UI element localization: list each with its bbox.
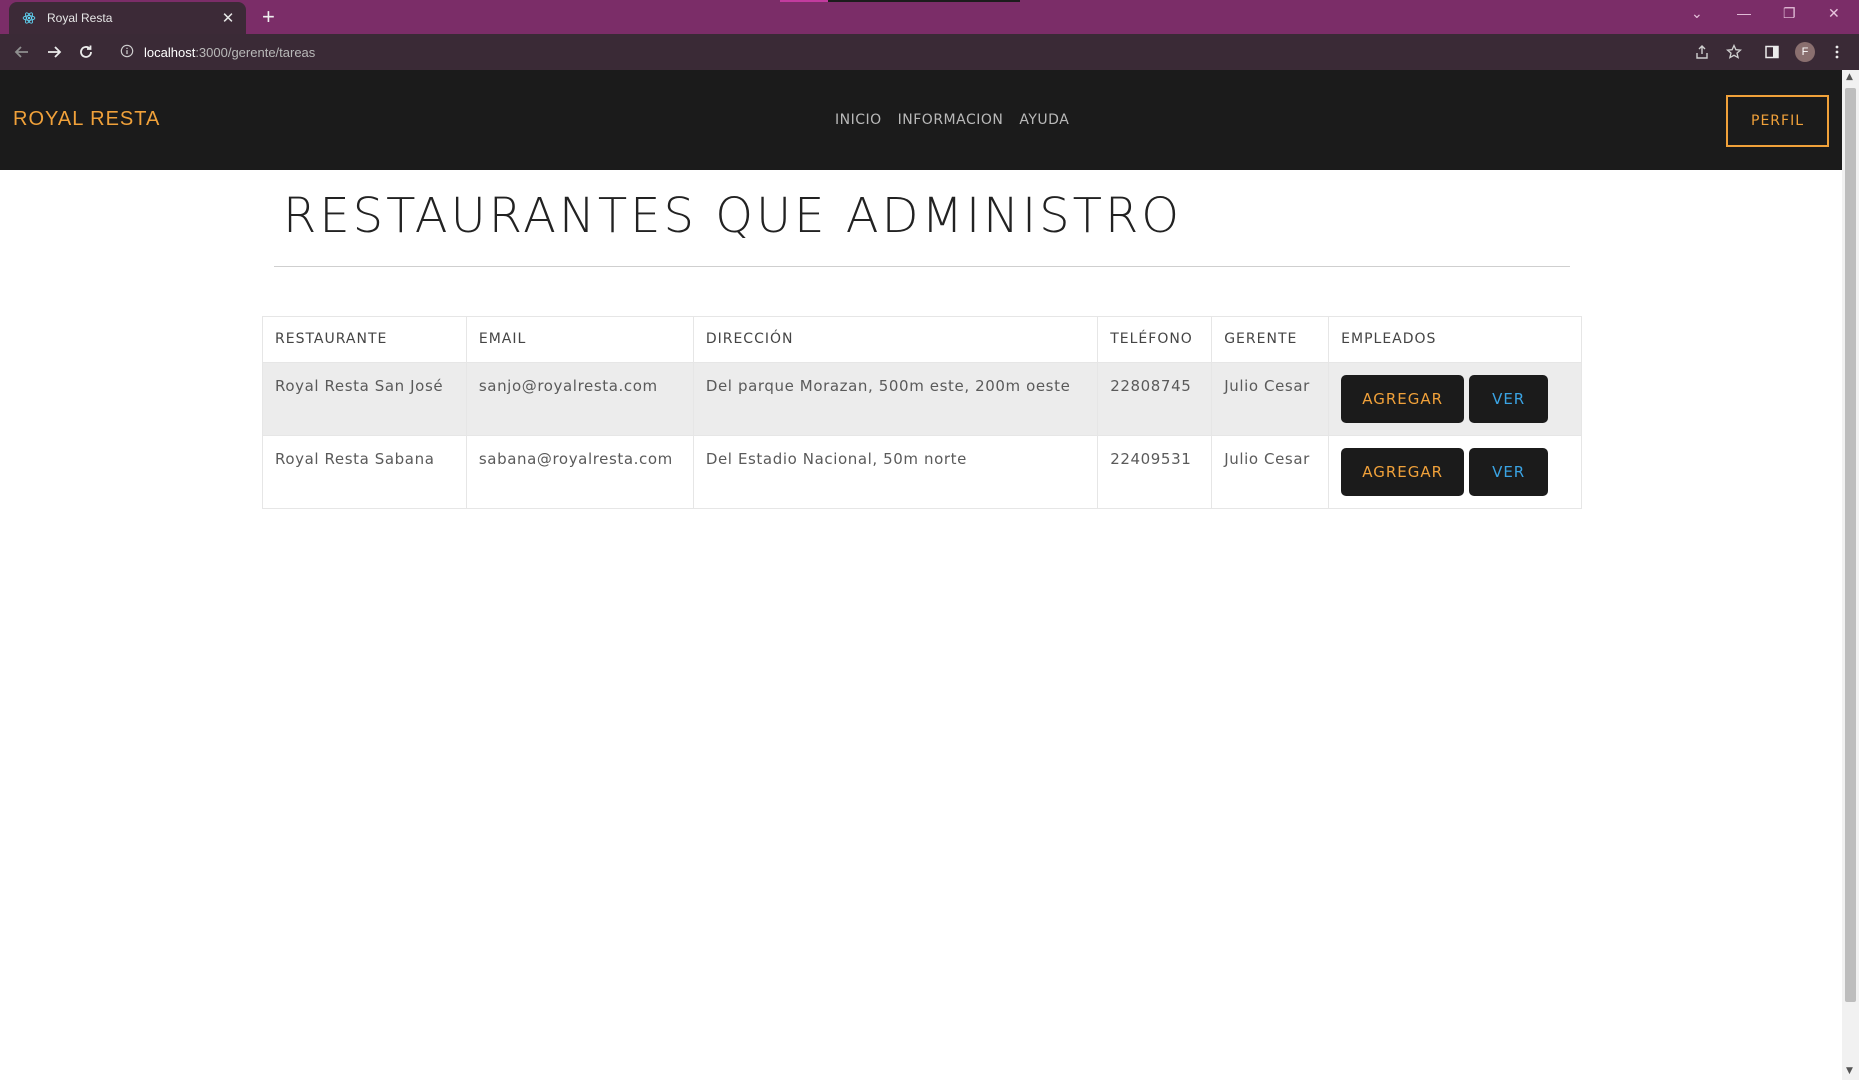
column-header-telefono: TELÉFONO bbox=[1097, 316, 1213, 363]
cell-empleados: AGREGAR VER bbox=[1328, 362, 1582, 436]
cell-direccion: Del Estadio Nacional, 50m norte bbox=[692, 435, 1099, 509]
cell-gerente: Julio Cesar bbox=[1211, 435, 1330, 509]
restore-icon[interactable]: ❐ bbox=[1783, 5, 1796, 22]
cell-direccion: Del parque Morazan, 500m este, 200m oest… bbox=[692, 362, 1099, 436]
ver-empleados-button[interactable]: VER bbox=[1469, 448, 1549, 496]
share-icon[interactable] bbox=[1692, 42, 1712, 62]
agregar-empleado-button[interactable]: AGREGAR bbox=[1341, 375, 1465, 423]
profile-button[interactable]: PERFIL bbox=[1726, 95, 1829, 147]
cell-gerente: Julio Cesar bbox=[1211, 362, 1330, 436]
site-info-icon[interactable] bbox=[120, 43, 134, 62]
browser-toolbar: localhost:3000/gerente/tareas F bbox=[0, 34, 1859, 70]
scroll-down-icon[interactable]: ▼ bbox=[1846, 1066, 1853, 1076]
nav-link-informacion[interactable]: INFORMACION bbox=[898, 112, 1004, 128]
forward-arrow-icon[interactable] bbox=[44, 42, 64, 62]
column-header-email: EMAIL bbox=[465, 316, 694, 363]
browser-tab-strip: Royal Resta ✕ + ⌄ — ❐ ✕ bbox=[0, 0, 1859, 34]
side-panel-icon[interactable] bbox=[1762, 42, 1782, 62]
table-header-row: RESTAURANTE EMAIL DIRECCIÓN TELÉFONO GER… bbox=[262, 316, 1582, 363]
cell-telefono: 22808745 bbox=[1097, 362, 1213, 436]
close-icon[interactable]: ✕ bbox=[220, 9, 236, 27]
column-header-direccion: DIRECCIÓN bbox=[692, 316, 1099, 363]
react-icon bbox=[21, 10, 37, 26]
scrollbar-thumb[interactable] bbox=[1845, 88, 1856, 1002]
scroll-up-icon[interactable]: ▲ bbox=[1846, 72, 1853, 82]
cell-email: sanjo@royalresta.com bbox=[465, 362, 694, 436]
column-header-empleados: EMPLEADOS bbox=[1328, 316, 1582, 363]
back-arrow-icon[interactable] bbox=[12, 42, 32, 62]
url-path: :3000/gerente/tareas bbox=[195, 44, 316, 60]
browser-tab[interactable]: Royal Resta ✕ bbox=[9, 2, 246, 34]
tab-search-chevron-icon[interactable]: ⌄ bbox=[1691, 5, 1703, 22]
cell-telefono: 22409531 bbox=[1097, 435, 1213, 509]
cell-email: sabana@royalresta.com bbox=[465, 435, 694, 509]
column-header-gerente: GERENTE bbox=[1211, 316, 1330, 363]
tab-title: Royal Resta bbox=[47, 11, 113, 25]
profile-avatar[interactable]: F bbox=[1795, 42, 1815, 62]
url-text: localhost:3000/gerente/tareas bbox=[144, 45, 315, 60]
bookmark-star-icon[interactable] bbox=[1724, 42, 1744, 62]
cell-empleados: AGREGAR VER bbox=[1328, 435, 1582, 509]
page-viewport: ROYAL RESTA INICIO INFORMACION AYUDA PER… bbox=[0, 70, 1842, 1080]
tab-strip-indicator-accent bbox=[780, 0, 828, 2]
divider bbox=[274, 266, 1570, 267]
table-row: Royal Resta San José sanjo@royalresta.co… bbox=[262, 362, 1582, 436]
site-header: ROYAL RESTA INICIO INFORMACION AYUDA PER… bbox=[0, 70, 1842, 170]
cell-restaurante: Royal Resta San José bbox=[262, 362, 467, 436]
url-host: localhost bbox=[144, 44, 196, 60]
browser-menu-icon[interactable] bbox=[1827, 42, 1847, 62]
brand-logo[interactable]: ROYAL RESTA bbox=[13, 108, 160, 131]
nav-link-ayuda[interactable]: AYUDA bbox=[1019, 112, 1069, 128]
cell-restaurante: Royal Resta Sabana bbox=[262, 435, 467, 509]
ver-empleados-button[interactable]: VER bbox=[1469, 375, 1549, 423]
new-tab-plus-icon[interactable]: + bbox=[262, 6, 275, 28]
nav-link-inicio[interactable]: INICIO bbox=[835, 112, 882, 128]
window-close-icon[interactable]: ✕ bbox=[1828, 5, 1840, 22]
address-bar[interactable]: localhost:3000/gerente/tareas bbox=[110, 38, 1720, 66]
minimize-icon[interactable]: — bbox=[1737, 5, 1751, 21]
page-scrollbar[interactable]: ▲ ▼ bbox=[1842, 70, 1859, 1080]
page-title: RESTAURANTES QUE ADMINISTRO bbox=[283, 188, 1183, 244]
restaurants-table: RESTAURANTE EMAIL DIRECCIÓN TELÉFONO GER… bbox=[262, 316, 1582, 509]
reload-icon[interactable] bbox=[76, 42, 96, 62]
main-nav: INICIO INFORMACION AYUDA bbox=[835, 112, 1069, 128]
table-row: Royal Resta Sabana sabana@royalresta.com… bbox=[262, 435, 1582, 509]
agregar-empleado-button[interactable]: AGREGAR bbox=[1341, 448, 1465, 496]
column-header-restaurante: RESTAURANTE bbox=[262, 316, 467, 363]
